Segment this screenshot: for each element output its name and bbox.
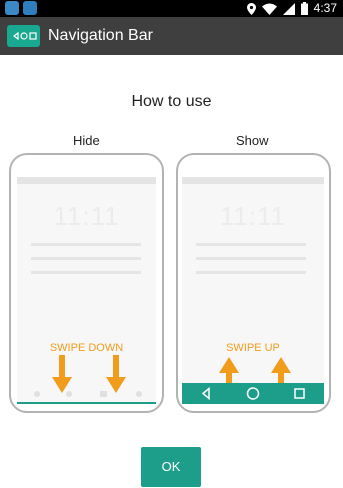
home-icon (246, 387, 260, 400)
status-bar: 4:37 (0, 0, 343, 17)
recents-icon (294, 388, 305, 399)
location-icon (246, 2, 256, 15)
app-notification-icon (5, 1, 19, 15)
hide-phone-screen: 11:11 SWIPE DOWN (17, 177, 156, 404)
hide-caption: Hide (73, 133, 100, 148)
screen-status-strip (17, 177, 156, 184)
app-title: Navigation Bar (48, 27, 153, 44)
placeholder-line (196, 257, 306, 260)
hidden-navbar-edge (17, 402, 156, 404)
swipe-down-text: SWIPE DOWN (49, 342, 124, 354)
show-clock: 11:11 (219, 201, 287, 231)
app-notification-icon (23, 1, 37, 15)
swipe-up-text: SWIPE UP (226, 342, 280, 354)
placeholder-line (196, 271, 306, 274)
placeholder-line (196, 243, 306, 246)
battery-icon (300, 2, 308, 15)
signal-icon (282, 2, 295, 15)
app-bar: Navigation Bar (0, 17, 343, 55)
show-phone-screen: 11:11 SWIPE UP (182, 177, 324, 404)
hide-clock: 11:11 (53, 201, 120, 231)
placeholder-line (31, 271, 141, 274)
wifi-icon (261, 3, 277, 15)
placeholder-line (31, 257, 141, 260)
faint-dock-icons (34, 391, 142, 397)
nav-bar-icon (7, 25, 40, 47)
back-icon (201, 386, 210, 401)
navigation-bar (182, 383, 324, 404)
show-caption: Show (236, 133, 269, 148)
status-time: 4:37 (313, 1, 337, 15)
placeholder-line (31, 243, 141, 246)
dialog-heading: How to use (131, 93, 212, 110)
ok-button[interactable]: OK (141, 447, 201, 487)
screen-status-strip (182, 177, 324, 184)
